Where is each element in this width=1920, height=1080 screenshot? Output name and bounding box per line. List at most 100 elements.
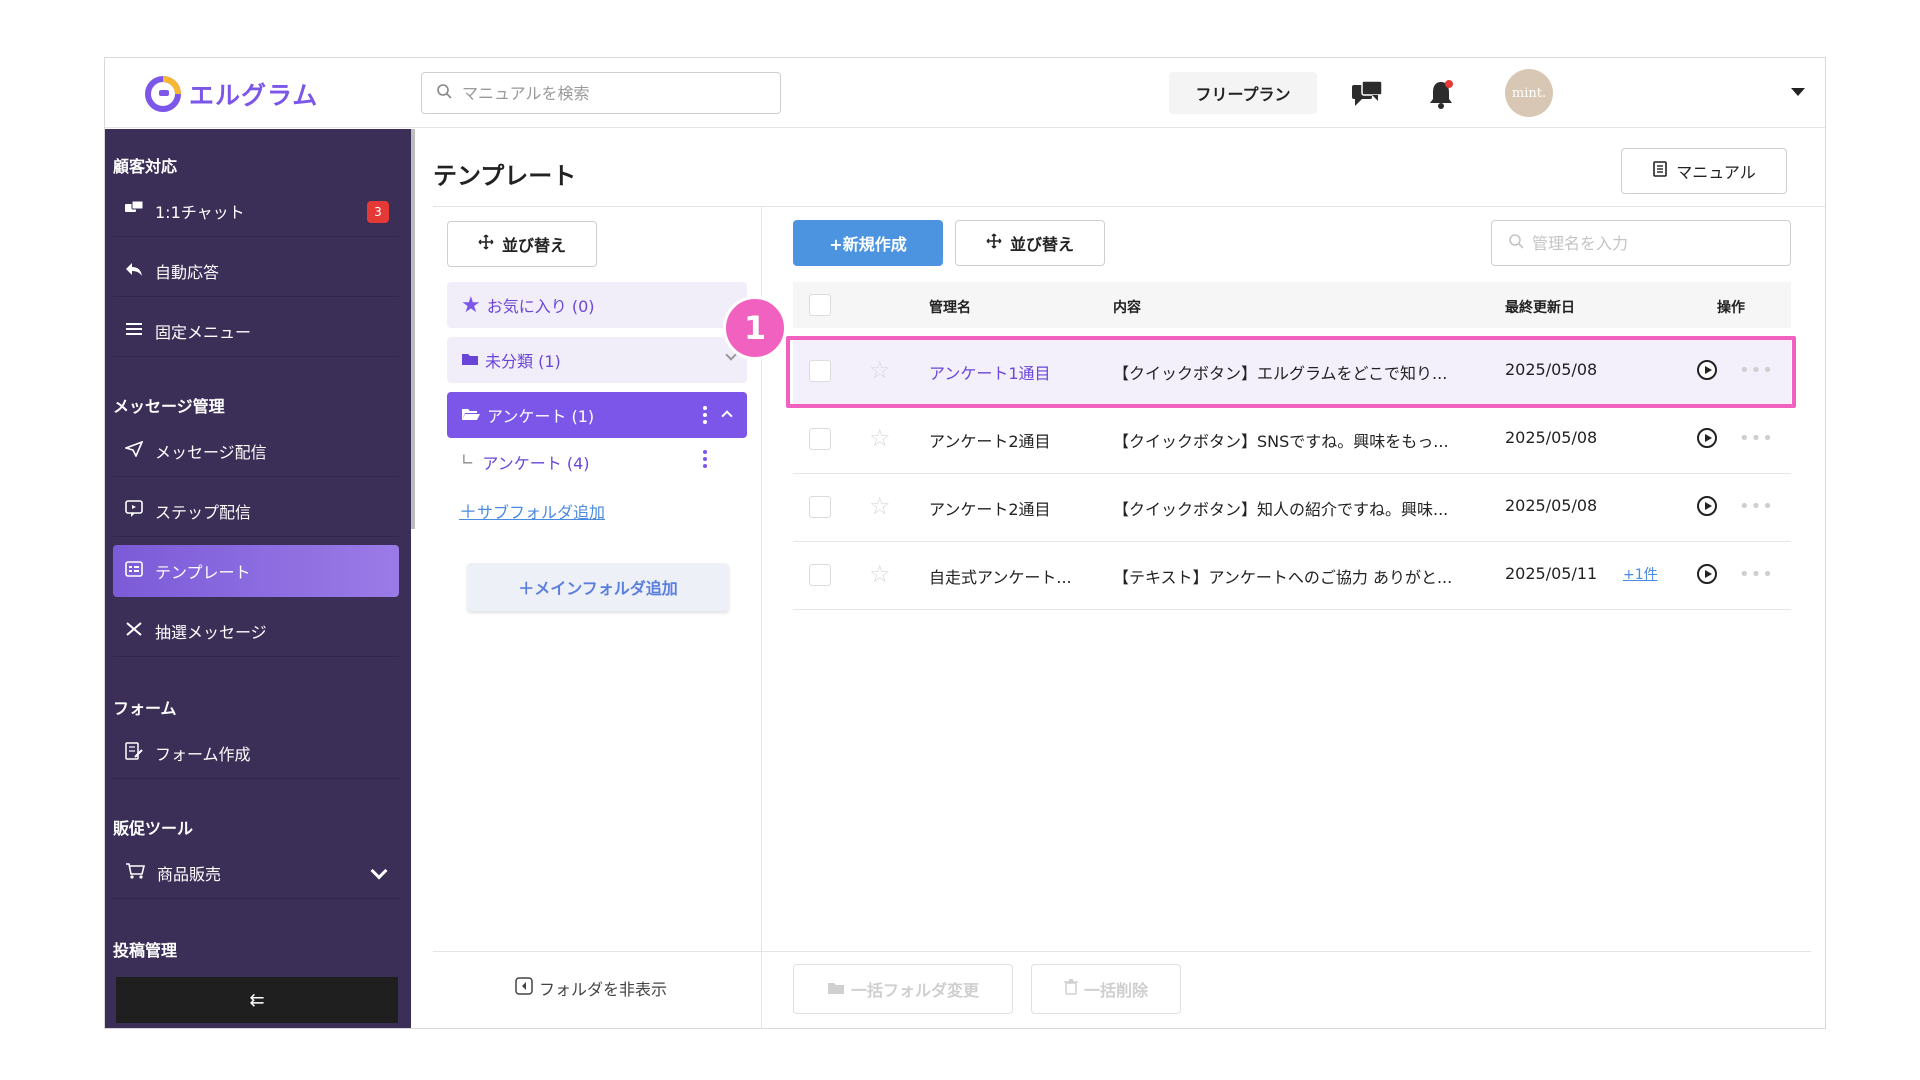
sidebar-scrollbar[interactable] [411,129,415,529]
template-name[interactable]: アンケート2通目 [929,496,1051,520]
bell-icon[interactable] [1423,76,1459,112]
header-content: 内容 [1113,300,1141,316]
manual-search[interactable] [421,72,781,114]
new-template-button[interactable]: +新規作成 [793,220,943,266]
more-options-icon[interactable]: ••• [1739,496,1774,517]
sidebar-item-step-delivery[interactable]: ステップ配信 [113,485,399,537]
sidebar-item-message-delivery[interactable]: メッセージ配信 [113,425,399,477]
sort-label: 並び替え [501,236,566,255]
search-input[interactable] [462,83,762,103]
chevron-down-icon[interactable] [370,862,388,880]
template-sort-button[interactable]: 並び替え [955,220,1105,266]
row-checkbox[interactable] [809,564,831,586]
divider [433,206,1825,207]
collapse-sidebar-button[interactable]: ⇇ [116,977,398,1023]
section-post: 投稿管理 [113,941,178,960]
sidebar-item-product-sales[interactable]: 商品販売 [113,847,399,899]
add-subfolder-link[interactable]: ＋サブフォルダ追加 [459,498,605,524]
search-icon [436,83,452,103]
sidebar: 顧客対応 1:1チャット 3 自動応答 固定メニュー メッセージ管理 メッセージ… [105,129,411,1028]
manual-button[interactable]: マニュアル [1621,148,1787,194]
bulk-delete-label: 一括削除 [1083,981,1148,1000]
name-filter[interactable] [1491,220,1791,266]
brand-logo[interactable]: エルグラム [145,76,318,112]
folder-open-icon [461,406,481,425]
more-options-icon[interactable]: ••• [1739,564,1774,585]
plus-icon: ＋ [459,502,477,523]
template-date: 2025/05/11 [1505,564,1598,583]
folder-menu-icon[interactable] [703,406,707,424]
sidebar-item-label: フォーム作成 [155,744,251,764]
template-content: 【クイックボタン】知人の紹介ですね。興味... [1113,500,1449,519]
divider [433,951,1811,952]
account-dropdown-icon[interactable] [1791,88,1805,96]
header-updated[interactable]: 最終更新日 [1505,297,1575,317]
extra-count-link[interactable]: +1件 [1623,564,1658,584]
cart-icon [125,862,146,884]
header-name[interactable]: 管理名 [929,297,971,317]
row-checkbox[interactable] [809,428,831,450]
sidebar-item-label: 1:1チャット [155,202,245,222]
sidebar-item-lottery[interactable]: 抽選メッセージ [113,605,399,657]
subfolder-menu-icon[interactable] [703,450,707,468]
table-row[interactable]: ☆ アンケート2通目 【クイックボタン】知人の紹介ですね。興味... 2025/… [793,474,1791,542]
folder-label: アンケート (1) [487,407,595,426]
menu-icon [125,321,143,341]
sort-label: 並び替え [1009,235,1074,254]
table-row[interactable]: ☆ 自走式アンケート... 【テキスト】アンケートへのご協力 ありがと... 2… [793,542,1791,610]
folder-icon [461,351,479,370]
move-icon [986,233,1002,253]
page-title: テンプレート [433,162,577,190]
table-row[interactable]: ☆ アンケート2通目 【クイックボタン】SNSですね。興味をもっ... 2025… [793,406,1791,474]
folder-survey[interactable]: アンケート (1) [447,392,747,438]
preview-play-icon[interactable] [1697,564,1717,584]
filter-input[interactable] [1532,233,1772,253]
star-outline-icon[interactable]: ☆ [869,562,891,586]
sidebar-item-label: テンプレート [155,563,251,582]
chat-bubbles-icon[interactable] [1349,76,1385,112]
highlight-box [786,336,1796,408]
preview-play-icon[interactable] [1697,428,1717,448]
chevron-up-icon[interactable] [721,410,733,422]
book-icon [1652,161,1668,181]
subfolder-survey[interactable]: ∟ アンケート (4) [461,450,590,474]
folder-uncategorized[interactable]: 未分類 (1) [447,337,747,383]
sidebar-item-fixed-menu[interactable]: 固定メニュー [113,305,399,357]
sidebar-item-template[interactable]: テンプレート [113,545,399,597]
add-subfolder-label: サブフォルダ追加 [477,503,606,522]
template-name[interactable]: アンケート2通目 [929,428,1051,452]
step-callout: 1 [723,296,787,360]
collapse-left-icon [515,977,533,999]
plan-button[interactable]: フリープラン [1169,72,1317,114]
folder-sort-button[interactable]: 並び替え [447,221,597,267]
star-outline-icon[interactable]: ☆ [869,426,891,450]
sidebar-item-auto-reply[interactable]: 自動応答 [113,245,399,297]
more-options-icon[interactable]: ••• [1739,428,1774,449]
trash-icon [1063,979,1078,999]
table-header: 管理名 内容 最終更新日 操作 [793,282,1791,328]
star-outline-icon[interactable]: ☆ [869,494,891,518]
preview-play-icon[interactable] [1697,496,1717,516]
folder-favorites[interactable]: ★ お気に入り (0) [447,282,747,328]
collapse-icon: ⇇ [249,989,265,1011]
sidebar-item-chat[interactable]: 1:1チャット 3 [113,185,399,237]
hide-folders-button[interactable]: フォルダを非表示 [515,976,667,1000]
move-icon [478,234,494,254]
template-name[interactable]: 自走式アンケート... [929,564,1072,588]
row-checkbox[interactable] [809,496,831,518]
select-all-checkbox[interactable] [809,294,831,316]
template-content: 【クイックボタン】SNSですね。興味をもっ... [1113,432,1449,451]
avatar[interactable]: mint. [1505,69,1553,117]
section-promo: 販促ツール [113,819,194,838]
brand-name: エルグラム [189,81,319,110]
reply-icon [125,261,143,281]
sidebar-item-label: ステップ配信 [155,502,252,522]
bulk-folder-change-button[interactable]: 一括フォルダ変更 [793,964,1013,1014]
sidebar-item-form-create[interactable]: フォーム作成 [113,727,399,779]
template-date: 2025/05/08 [1505,428,1598,447]
sidebar-item-label: メッセージ配信 [155,442,267,462]
app-window: エルグラム フリープラン mint. [104,57,1826,1029]
top-header: エルグラム フリープラン mint. [105,58,1825,128]
bulk-delete-button[interactable]: 一括削除 [1031,964,1181,1014]
add-main-folder-button[interactable]: ＋メインフォルダ追加 [467,563,729,611]
